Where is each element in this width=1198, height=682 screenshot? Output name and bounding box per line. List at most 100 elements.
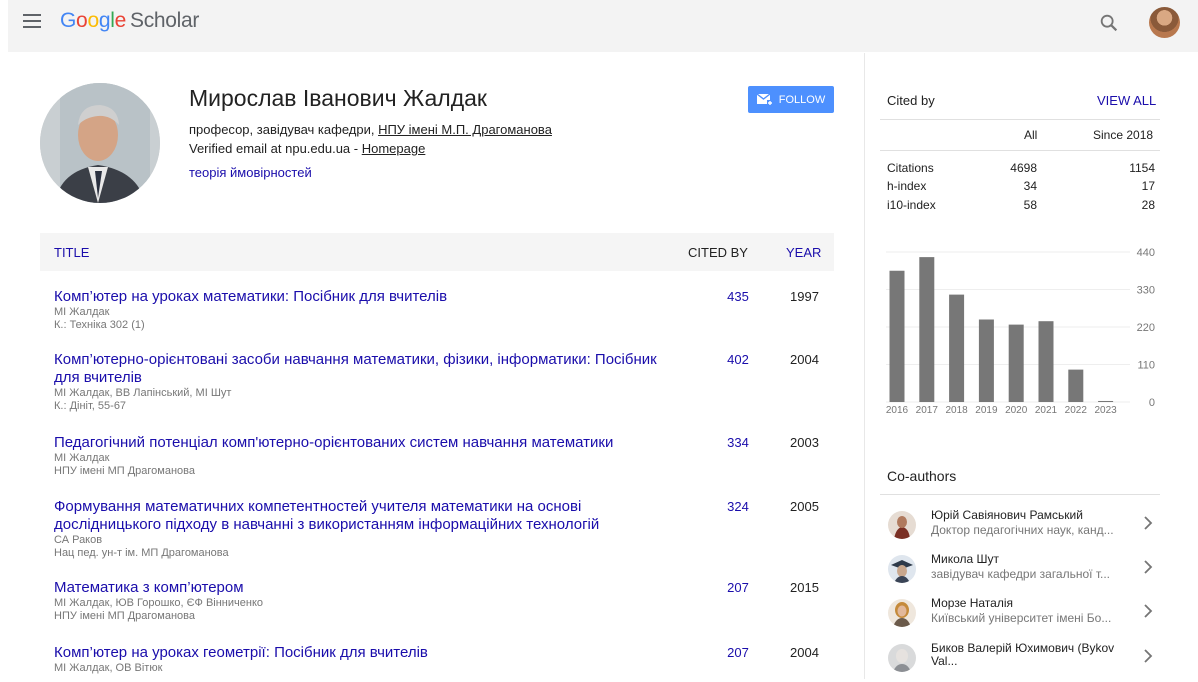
- follow-button[interactable]: FOLLOW: [748, 86, 834, 113]
- chart-y-tick-label: 330: [1137, 285, 1155, 297]
- cited-by-heading: Cited by: [887, 93, 935, 108]
- chart-bar[interactable]: [949, 294, 965, 402]
- table-row: Математика з комп’ютером МІ Жалдак, ЮВ Г…: [54, 579, 834, 623]
- table-row: Педагогічний потенціал комп'ютерно-орієн…: [54, 434, 834, 478]
- chevron-right-icon: [1144, 516, 1153, 530]
- chart-bar[interactable]: [889, 270, 905, 402]
- table-row: Комп’ютерно-орієнтовані засоби навчання …: [54, 351, 834, 413]
- sort-by-title[interactable]: TITLE: [54, 245, 89, 260]
- articles-table-header: TITLE CITED BY YEAR: [40, 233, 834, 271]
- cited-by-link[interactable]: 435: [723, 289, 753, 304]
- cited-by-link[interactable]: 334: [723, 435, 753, 450]
- stat-row-h-index: h-index 34 17: [887, 179, 1155, 193]
- chart-x-tick-label: 2022: [1065, 405, 1088, 416]
- divider: [880, 150, 1160, 151]
- sort-by-cited[interactable]: CITED BY: [688, 245, 748, 260]
- chart-bar[interactable]: [1008, 324, 1024, 402]
- cited-by-link[interactable]: 207: [723, 580, 753, 595]
- coauthor-description: Київський університет імені Бо...: [931, 611, 1112, 625]
- coauthor-item[interactable]: Юрій Савіянович Рамський Доктор педагогі…: [880, 507, 1160, 549]
- table-row: Комп’ютер на уроках математики: Посібник…: [54, 288, 834, 332]
- avatar: [888, 555, 916, 583]
- article-authors: МІ Жалдак, ВВ Лапінський, МІ Шут: [54, 387, 232, 399]
- coauthor-description: завідувач кафедри загальної т...: [931, 567, 1110, 581]
- article-title-link[interactable]: Комп’ютерно-орієнтовані засоби навчання …: [54, 351, 664, 387]
- coauthor-name: Морзе Наталія: [931, 596, 1013, 610]
- table-row: Комп’ютер на уроках геометрії: Посібник …: [54, 644, 834, 675]
- coauthor-description: Доктор педагогічних наук, канд...: [931, 523, 1114, 537]
- chevron-right-icon: [1144, 560, 1153, 574]
- chart-x-tick-label: 2023: [1094, 405, 1117, 416]
- article-venue: НПУ імені МП Драгоманова: [54, 610, 196, 622]
- profile-email: Verified email at npu.edu.ua - Homepage: [189, 141, 426, 156]
- homepage-link[interactable]: Homepage: [362, 141, 426, 156]
- account-avatar[interactable]: [1149, 7, 1180, 38]
- stats-col-since: Since 2018: [1093, 128, 1154, 142]
- article-venue: НПУ імені МП Драгоманова: [54, 465, 196, 477]
- article-authors: МІ Жалдак: [54, 306, 110, 318]
- chart-y-tick-label: 220: [1137, 322, 1155, 334]
- avatar: [888, 644, 916, 672]
- stat-row-i10-index: i10-index 58 28: [887, 198, 1155, 212]
- chart-x-tick-label: 2018: [945, 405, 968, 416]
- chart-x-tick-label: 2020: [1005, 405, 1028, 416]
- cited-by-link[interactable]: 207: [723, 645, 753, 660]
- table-row: Формування математичних компетентностей …: [54, 498, 834, 560]
- article-venue: К.: Техніка 302 (1): [54, 319, 145, 331]
- article-title-link[interactable]: Педагогічний потенціал комп'ютерно-орієн…: [54, 434, 664, 452]
- article-year: 2004: [790, 645, 819, 660]
- top-bar: Google Scholar: [8, 0, 1198, 52]
- chart-bar[interactable]: [1038, 321, 1054, 402]
- coauthor-item[interactable]: Микола Шут завідувач кафедри загальної т…: [880, 551, 1160, 593]
- chart-bar[interactable]: [1098, 400, 1114, 402]
- chevron-right-icon: [1144, 649, 1153, 663]
- avatar: [888, 599, 916, 627]
- citations-bar-chart: 440 330 220 110 0 2016 2017 2018 2019 2020 2021 202…: [886, 247, 1155, 416]
- chevron-right-icon: [1144, 604, 1153, 618]
- article-year: 1997: [790, 289, 819, 304]
- chart-y-tick-label: 0: [1149, 397, 1155, 409]
- chart-x-tick-label: 2016: [886, 405, 909, 416]
- article-venue: К.: Дініт, 55-67: [54, 400, 127, 412]
- article-venue: Нац пед. ун-т ім. МП Драгоманова: [54, 547, 229, 559]
- coauthor-name: Микола Шут: [931, 552, 999, 566]
- chart-bar[interactable]: [1068, 369, 1084, 402]
- article-year: 2003: [790, 435, 819, 450]
- search-icon[interactable]: [1098, 12, 1120, 34]
- article-year: 2015: [790, 580, 819, 595]
- article-title-link[interactable]: Формування математичних компетентностей …: [54, 498, 664, 534]
- chart-x-tick-label: 2021: [1035, 405, 1058, 416]
- mail-icon: [756, 92, 773, 106]
- coauthor-item[interactable]: Биков Валерій Юхимович (Bykov Val...: [880, 640, 1160, 682]
- column-divider: [864, 53, 865, 679]
- hamburger-menu-icon[interactable]: [23, 14, 41, 28]
- article-authors: МІ Жалдак, ЮВ Горошко, ЄФ Вінниченко: [54, 597, 263, 609]
- chart-y-tick-label: 440: [1137, 247, 1155, 259]
- chart-bar[interactable]: [978, 319, 994, 403]
- stats-col-all: All: [1024, 128, 1038, 142]
- google-scholar-logo[interactable]: Google Scholar: [60, 9, 199, 33]
- chart-x-tick-label: 2019: [975, 405, 998, 416]
- profile-photo: [40, 83, 160, 203]
- chart-y-tick-label: 110: [1137, 360, 1155, 372]
- affiliation-link[interactable]: НПУ імені М.П. Драгоманова: [378, 122, 552, 137]
- article-title-link[interactable]: Комп’ютер на уроках геометрії: Посібник …: [54, 644, 664, 662]
- co-authors-heading: Co-authors: [887, 468, 957, 484]
- chart-x-tick-label: 2017: [916, 405, 939, 416]
- article-authors: МІ Жалдак: [54, 452, 110, 464]
- avatar: [888, 511, 916, 539]
- view-all-link[interactable]: VIEW ALL: [1097, 93, 1156, 108]
- article-authors: СА Раков: [54, 534, 103, 546]
- article-title-link[interactable]: Математика з комп’ютером: [54, 579, 664, 597]
- cited-by-link[interactable]: 324: [723, 499, 753, 514]
- cited-by-link[interactable]: 402: [723, 352, 753, 367]
- research-interest-link[interactable]: теорія ймовірностей: [189, 165, 312, 180]
- coauthor-name: Юрій Савіянович Рамський: [931, 508, 1083, 522]
- chart-bar[interactable]: [919, 257, 935, 402]
- article-title-link[interactable]: Комп’ютер на уроках математики: Посібник…: [54, 288, 664, 306]
- coauthor-item[interactable]: Морзе Наталія Київський університет імен…: [880, 595, 1160, 637]
- profile-affiliation: професор, завідувач кафедри, НПУ імені М…: [189, 122, 552, 137]
- article-authors: МІ Жалдак, ОВ Вітюк: [54, 662, 163, 674]
- coauthor-name: Биков Валерій Юхимович (Bykov Val...: [931, 641, 1115, 668]
- sort-by-year[interactable]: YEAR: [786, 245, 821, 260]
